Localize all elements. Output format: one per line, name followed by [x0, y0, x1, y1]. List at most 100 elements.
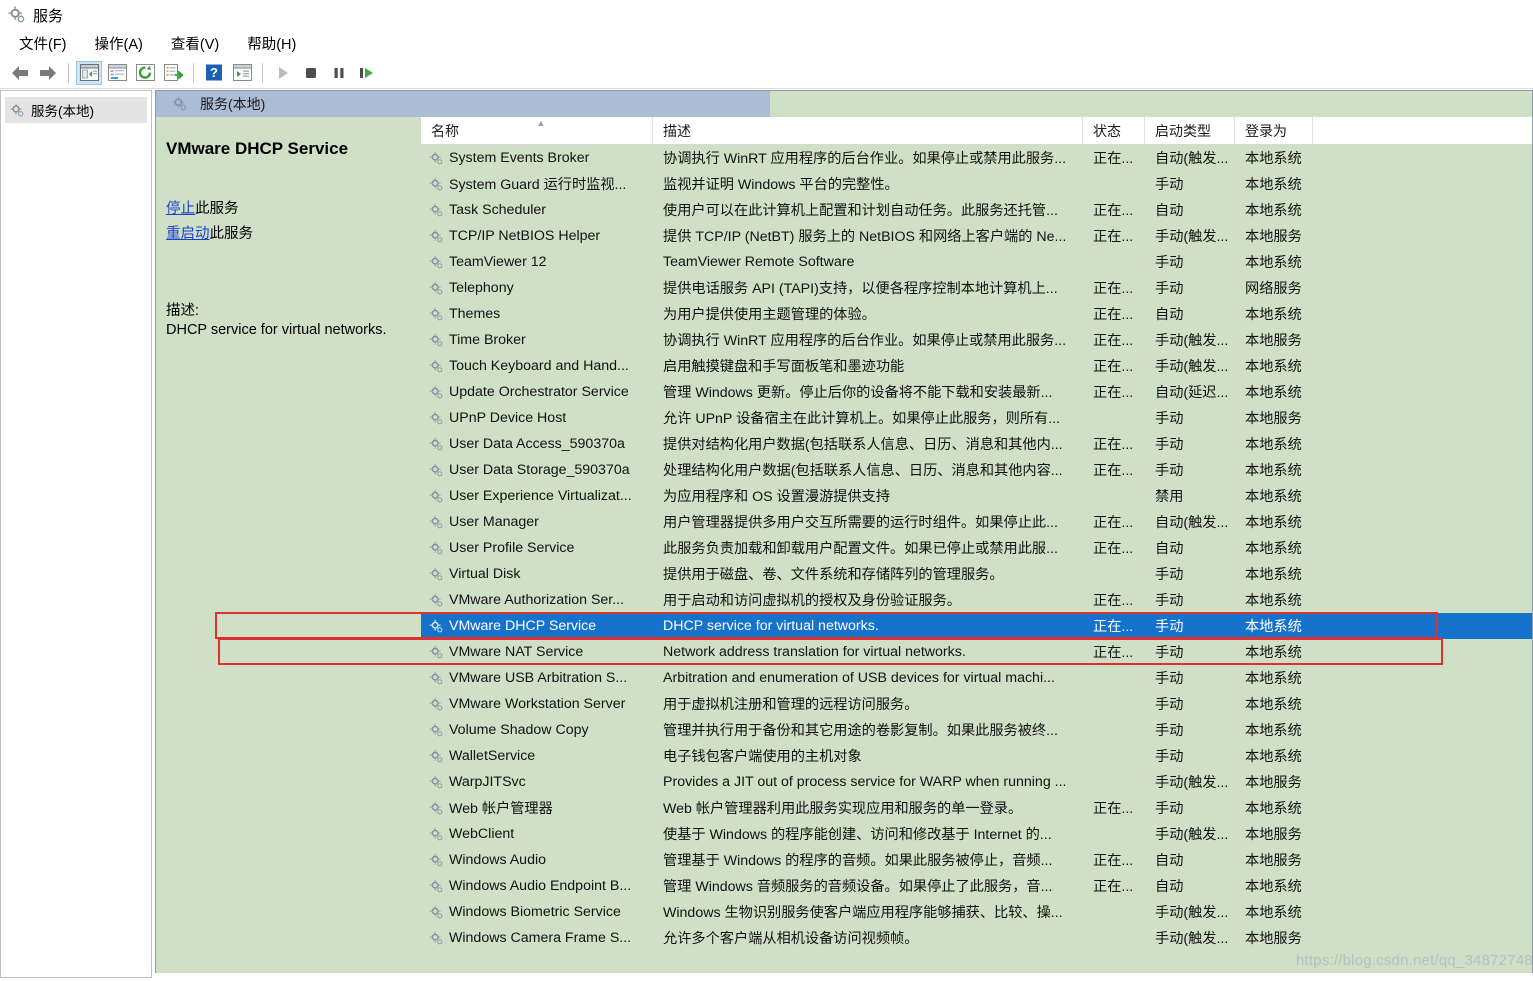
table-row[interactable]: VMware Workstation Server 用于虚拟机注册和管理的远程访问… [421, 691, 1532, 717]
table-row[interactable]: Touch Keyboard and Hand... 启用触摸键盘和手写面板笔和墨… [421, 353, 1532, 379]
help-button[interactable]: ? [201, 61, 227, 85]
service-gear-icon [429, 853, 443, 866]
description-text: 提供对结构化用户数据(包括联系人信息、日历、消息和其他内... [663, 437, 1063, 453]
cell-logon-as: 本地系统 [1235, 876, 1313, 896]
export-icon [163, 64, 183, 81]
help-icon: ? [205, 64, 222, 81]
cell-description: Provides a JIT out of process service fo… [653, 774, 1083, 790]
table-row[interactable]: Time Broker 协调执行 WinRT 应用程序的后台作业。如果停止或禁用此… [421, 327, 1532, 353]
back-arrow-button[interactable] [7, 61, 33, 85]
table-row[interactable]: VMware USB Arbitration S... Arbitration a… [421, 665, 1532, 691]
service-name-text: Update Orchestrator Service [449, 384, 629, 400]
description-text: 允许多个客户端从相机设备访问视频帧。 [663, 931, 919, 947]
table-row[interactable]: TeamViewer 12 TeamViewer Remote Software 手… [421, 249, 1532, 275]
table-row[interactable]: System Guard 运行时监视... 监视并证明 Windows 平台的完整… [421, 171, 1532, 197]
description-text: 允许 UPnP 设备宿主在此计算机上。如果停止此服务，则所有... [663, 411, 1061, 427]
table-row[interactable]: UPnP Device Host 允许 UPnP 设备宿主在此计算机上。如果停止此… [421, 405, 1532, 431]
properties-button[interactable] [104, 61, 130, 85]
tree-item-label: 服务(本地) [31, 104, 94, 119]
table-row[interactable]: WebClient 使基于 Windows 的程序能创建、访问和修改基于 Inte… [421, 821, 1532, 847]
cell-logon-as: 本地系统 [1235, 434, 1313, 454]
cell-description: 提供 TCP/IP (NetBT) 服务上的 NetBIOS 和网络上客户端的 … [653, 226, 1083, 246]
column-header-name-label: 名称 [431, 122, 459, 139]
play-icon [279, 66, 288, 79]
cell-service-name: User Manager [421, 514, 653, 530]
table-row[interactable]: Windows Camera Frame S... 允许多个客户端从相机设备访问视… [421, 925, 1532, 951]
table-row[interactable]: WalletService 电子钱包客户端使用的主机对象 手动 本地系统 [421, 743, 1532, 769]
stop-service-link[interactable]: 停止 [166, 201, 195, 217]
table-row[interactable]: Windows Audio 管理基于 Windows 的程序的音频。如果此服务被停… [421, 847, 1532, 873]
table-row[interactable]: Virtual Disk 提供用于磁盘、卷、文件系统和存储阵列的管理服务。 手动 本地… [421, 561, 1532, 587]
table-row[interactable]: System Events Broker 协调执行 WinRT 应用程序的后台作业… [421, 145, 1532, 171]
table-row[interactable]: VMware DHCP Service DHCP service for virt… [421, 613, 1532, 639]
menu-view[interactable]: 查看(V) [162, 30, 228, 57]
table-row[interactable]: User Data Storage_590370a 处理结构化用户数据(包括联系人… [421, 457, 1532, 483]
toolbar-separator-3 [262, 62, 263, 83]
table-row[interactable]: Web 帐户管理器 Web 帐户管理器利用此服务实现应用和服务的单一登录。 正在..… [421, 795, 1532, 821]
cell-logon-as: 本地系统 [1235, 616, 1313, 636]
service-name-text: System Events Broker [449, 150, 590, 166]
table-row[interactable]: Windows Audio Endpoint B... 管理 Windows 音频… [421, 873, 1532, 899]
logon-text: 本地系统 [1245, 801, 1302, 817]
column-header-status[interactable]: 状态 [1083, 117, 1145, 144]
cell-service-name: Telephony [421, 280, 653, 296]
table-row[interactable]: User Data Access_590370a 提供对结构化用户数据(包括联系人… [421, 431, 1532, 457]
table-row[interactable]: User Profile Service 此服务负责加载和卸载用户配置文件。如果已… [421, 535, 1532, 561]
description-text: 为用户提供使用主题管理的体验。 [663, 307, 876, 323]
table-row[interactable]: Volume Shadow Copy 管理并执行用于备份和其它用途的卷影复制。如果… [421, 717, 1532, 743]
restart-service-suffix: 此服务 [209, 226, 254, 242]
start-service-button[interactable] [270, 61, 296, 85]
table-row[interactable]: WarpJITSvc Provides a JIT out of process … [421, 769, 1532, 795]
cell-logon-as: 本地系统 [1235, 642, 1313, 662]
table-row[interactable]: Telephony 提供电话服务 API (TAPI)支持，以便各程序控制本地计算… [421, 275, 1532, 301]
restart-service-link[interactable]: 重启动 [166, 226, 210, 242]
table-row[interactable]: Task Scheduler 使用户可以在此计算机上配置和计划自动任务。此服务还托… [421, 197, 1532, 223]
show-hide-tree-button[interactable] [76, 60, 102, 85]
restart-service-button[interactable] [354, 61, 380, 85]
column-header-startup-type[interactable]: 启动类型 [1145, 117, 1235, 144]
column-header-description[interactable]: 描述 [653, 117, 1083, 144]
table-row[interactable]: VMware NAT Service Network address transl… [421, 639, 1532, 665]
cell-service-name: Update Orchestrator Service [421, 384, 653, 400]
cell-service-name: VMware DHCP Service [421, 618, 653, 634]
status-text: 正在... [1093, 203, 1134, 219]
show-action-pane-button[interactable] [229, 61, 255, 85]
cell-service-name: WalletService [421, 748, 653, 764]
export-list-button[interactable] [160, 61, 186, 85]
column-header-logon-as[interactable]: 登录为 [1235, 117, 1313, 144]
table-row[interactable]: User Manager 用户管理器提供多用户交互所需要的运行时组件。如果停止此.… [421, 509, 1532, 535]
services-gear-icon [172, 96, 187, 111]
table-row[interactable]: User Experience Virtualizat... 为应用程序和 OS … [421, 483, 1532, 509]
selected-service-title: VMware DHCP Service [166, 139, 349, 158]
description-text: 启用触摸键盘和手写面板笔和墨迹功能 [663, 359, 905, 375]
stop-service-button[interactable] [298, 61, 324, 85]
table-row[interactable]: Update Orchestrator Service 管理 Windows 更新… [421, 379, 1532, 405]
cell-description: 用户管理器提供多用户交互所需要的运行时组件。如果停止此... [653, 512, 1083, 532]
logon-text: 网络服务 [1245, 281, 1302, 297]
service-gear-icon [429, 541, 443, 554]
column-header-name[interactable]: ▲ 名称 [421, 117, 653, 144]
pause-service-button[interactable] [326, 61, 352, 85]
forward-arrow-button[interactable] [35, 61, 61, 85]
services-gear-icon [10, 103, 24, 116]
toolbar-separator [68, 62, 69, 83]
description-text: Network address translation for virtual … [663, 644, 966, 660]
tree-item-services-local[interactable]: 服务(本地) [5, 97, 147, 123]
table-row[interactable]: Themes 为用户提供使用主题管理的体验。 正在... 自动 本地系统 [421, 301, 1532, 327]
refresh-button[interactable] [132, 61, 158, 85]
cell-description: DHCP service for virtual networks. [653, 618, 1083, 634]
table-row[interactable]: TCP/IP NetBIOS Helper 提供 TCP/IP (NetBT) 服… [421, 223, 1532, 249]
startup-text: 手动(触发... [1155, 333, 1229, 349]
service-gear-icon [429, 489, 443, 502]
cell-service-name: Web 帐户管理器 [421, 798, 653, 818]
cell-service-name: TeamViewer 12 [421, 254, 653, 270]
menu-file[interactable]: 文件(F) [10, 30, 76, 57]
cell-logon-as: 本地系统 [1235, 564, 1313, 584]
cell-startup-type: 手动 [1145, 616, 1235, 636]
cell-logon-as: 本地系统 [1235, 200, 1313, 220]
table-row[interactable]: VMware Authorization Ser... 用于启动和访问虚拟机的授权… [421, 587, 1532, 613]
menu-action[interactable]: 操作(A) [86, 30, 152, 57]
service-name-text: Windows Camera Frame S... [449, 930, 632, 946]
menu-help[interactable]: 帮助(H) [238, 30, 305, 57]
table-row[interactable]: Windows Biometric Service Windows 生物识别服务使… [421, 899, 1532, 925]
